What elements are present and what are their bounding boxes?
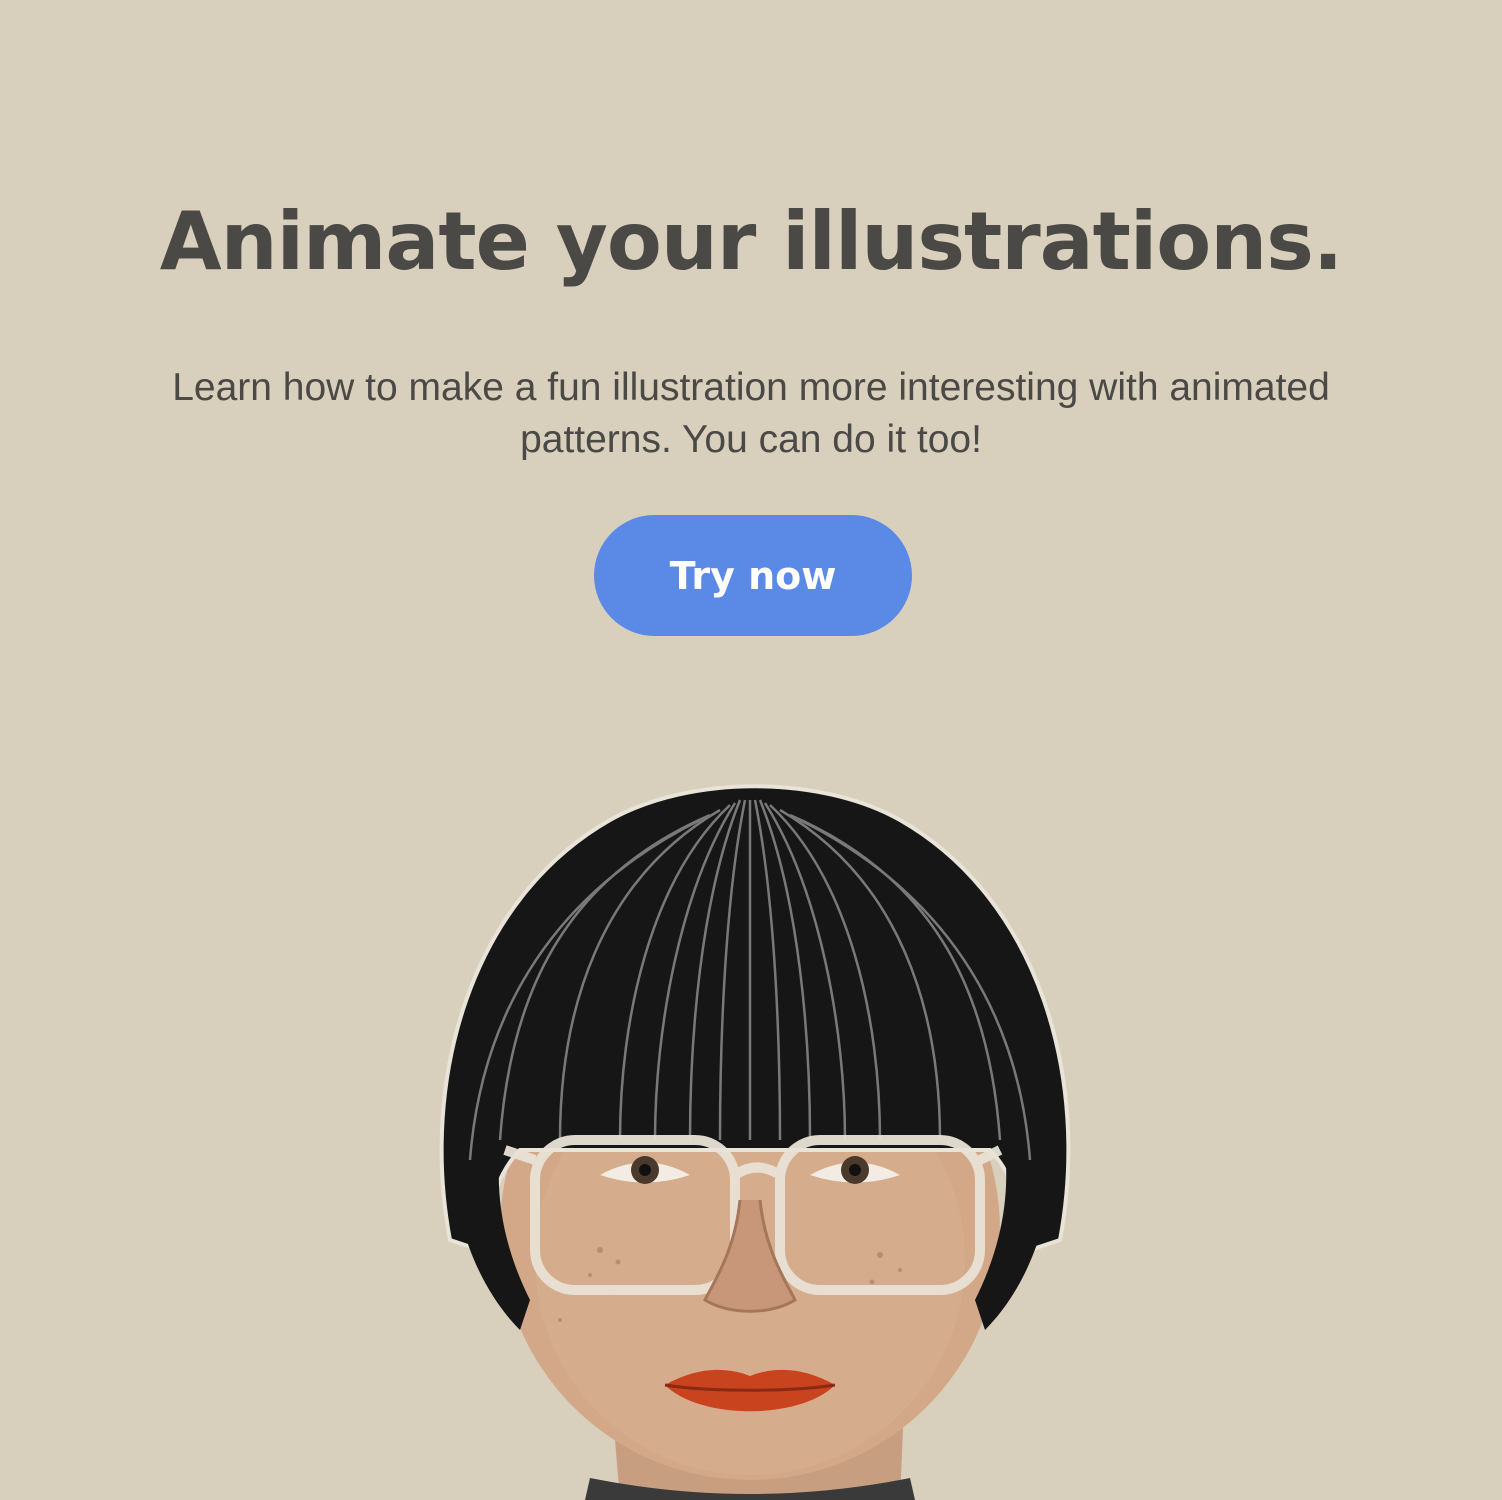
description: Learn how to make a fun illustration mor…	[172, 366, 1330, 461]
email-banner: Animate your illustrations. Learn how to…	[0, 0, 1502, 1500]
portrait-illustration	[439, 784, 1071, 1500]
try-now-button[interactable]: Try now	[594, 515, 912, 636]
headline: Animate your illustrations.	[159, 195, 1343, 288]
